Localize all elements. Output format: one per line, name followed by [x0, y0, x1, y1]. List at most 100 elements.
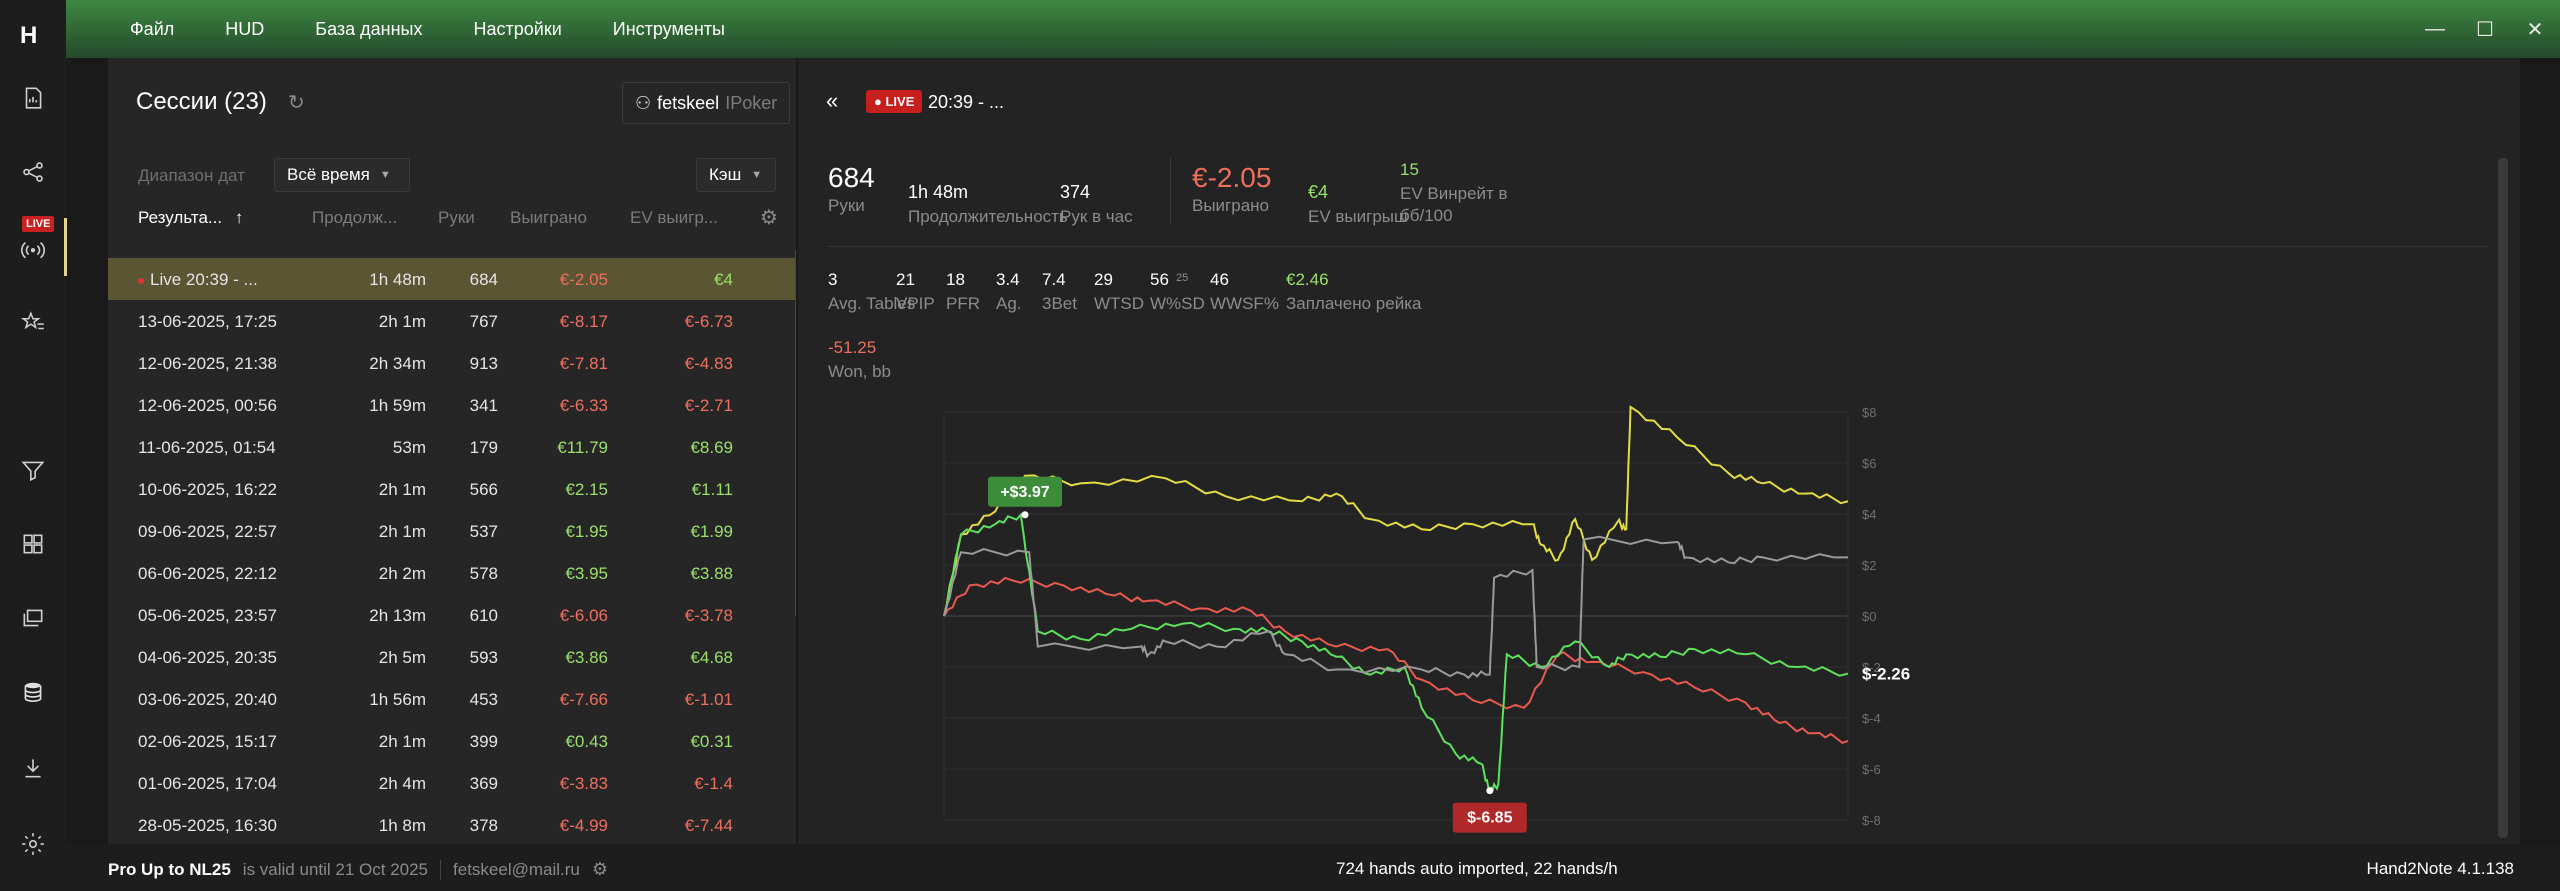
share-icon[interactable]	[0, 152, 66, 192]
game-type-dropdown[interactable]: Кэш ▼	[696, 158, 776, 192]
row-session-name: 12-06-2025, 00:56	[138, 396, 277, 415]
chevron-down-icon: ▼	[379, 169, 391, 181]
detail-scrollbar[interactable]	[2498, 158, 2508, 838]
database-icon[interactable]	[0, 672, 66, 712]
row-won: €-6.33	[559, 396, 608, 415]
row-session-name: 04-06-2025, 20:35	[138, 648, 277, 667]
table-row[interactable]: 13-06-2025, 17:25 2h 1m 767 €-8.17 €-6.73	[108, 300, 796, 342]
live-sessions-icon[interactable]	[0, 228, 66, 268]
sessions-list: Live 20:39 - ... 1h 48m 684 €-2.05 €4 13-06-2…	[108, 256, 796, 844]
menu-tools[interactable]: Инструменты	[613, 19, 725, 40]
row-duration: 1h 8m	[378, 816, 426, 835]
date-range-value: Всё время	[287, 165, 370, 184]
live-dot-icon	[138, 277, 144, 284]
session-graph: $8$6$4$2$0$-2$-4$-6$-8+$3.97$-6.85$-2.26	[943, 405, 1910, 833]
layout-icon[interactable]	[0, 524, 66, 564]
row-hands: 453	[469, 690, 498, 709]
column-won[interactable]: Выиграно	[510, 208, 587, 228]
table-row[interactable]: Live 20:39 - ... 1h 48m 684 €-2.05 €4	[108, 258, 796, 300]
table-row[interactable]: 12-06-2025, 00:56 1h 59m 341 €-6.33 €-2.71	[108, 384, 796, 426]
window-controls: — ☐ ✕	[2410, 0, 2560, 58]
end-value-label: $-2.26	[1862, 665, 1910, 684]
row-hands: 399	[469, 732, 498, 751]
row-won: €-4.99	[559, 816, 608, 835]
game-type-value: Кэш	[709, 165, 742, 184]
download-icon[interactable]	[0, 748, 66, 788]
row-duration: 2h 34m	[369, 354, 426, 373]
reports-icon[interactable]	[0, 78, 66, 118]
row-ev: €1.11	[691, 480, 733, 499]
row-duration: 2h 1m	[378, 312, 426, 331]
row-hands: 341	[469, 396, 498, 415]
table-row[interactable]: 03-06-2025, 20:40 1h 56m 453 €-7.66 €-1.01	[108, 678, 796, 720]
favorites-icon[interactable]	[0, 302, 66, 342]
menu-settings[interactable]: Настройки	[473, 19, 561, 40]
table-row[interactable]: 28-05-2025, 16:30 1h 8m 378 €-4.99 €-7.44	[108, 804, 796, 844]
columns-gear-icon[interactable]: ⚙	[760, 205, 778, 230]
table-row[interactable]: 10-06-2025, 16:22 2h 1m 566 €2.15 €1.11	[108, 468, 796, 510]
sort-arrow-icon: ↑	[234, 208, 244, 227]
row-hands: 378	[469, 816, 498, 835]
row-session-name: 03-06-2025, 20:40	[138, 690, 277, 709]
table-row[interactable]: 12-06-2025, 21:38 2h 34m 913 €-7.81 €-4.83	[108, 342, 796, 384]
account-gear-icon[interactable]: ⚙	[592, 859, 608, 880]
license-valid: is valid until 21 Oct 2025	[242, 859, 429, 879]
row-duration: 2h 4m	[378, 774, 426, 793]
series-line-0	[943, 405, 1849, 617]
table-row[interactable]: 05-06-2025, 23:57 2h 13m 610 €-6.06 €-3.78	[108, 594, 796, 636]
column-ev-won[interactable]: EV выигр...	[630, 208, 718, 228]
row-session-name: 10-06-2025, 16:22	[138, 480, 277, 499]
row-ev: €-6.73	[684, 312, 733, 331]
app-version: Hand2Note 4.1.138	[2366, 859, 2514, 878]
menu-file[interactable]: Файл	[130, 19, 174, 40]
refresh-icon[interactable]: ↻	[288, 90, 305, 115]
filter-icon[interactable]	[0, 450, 66, 490]
table-row[interactable]: 09-06-2025, 22:57 2h 1m 537 €1.95 €1.99	[108, 510, 796, 552]
table-row[interactable]: 01-06-2025, 17:04 2h 4m 369 €-3.83 €-1.4	[108, 762, 796, 804]
row-session-name: 01-06-2025, 17:04	[138, 774, 277, 793]
row-session-name: 11-06-2025, 01:54	[138, 438, 276, 457]
column-hands[interactable]: Руки	[438, 208, 475, 228]
row-duration: 1h 48m	[369, 270, 426, 289]
row-hands: 369	[469, 774, 498, 793]
row-hands: 593	[469, 648, 498, 667]
date-range-label: Диапазон дат	[138, 166, 245, 185]
settings-icon[interactable]	[0, 824, 66, 864]
row-ev: €-7.44	[684, 816, 733, 835]
sessions-title: Сессии (23)	[136, 88, 267, 115]
row-won: €3.95	[565, 564, 608, 583]
date-range-dropdown[interactable]: Всё время ▼	[274, 158, 410, 192]
row-ev: €4	[714, 270, 733, 289]
row-hands: 578	[469, 564, 498, 583]
table-row[interactable]: 11-06-2025, 01:54 53m 179 €11.79 €8.69	[108, 426, 796, 468]
maximize-button[interactable]: ☐	[2460, 0, 2510, 58]
y-tick-label: $0	[1862, 609, 1876, 624]
table-row[interactable]: 02-06-2025, 15:17 2h 1m 399 €0.43 €0.31	[108, 720, 796, 762]
annotation-point	[1486, 787, 1494, 795]
row-hands: 610	[469, 606, 498, 625]
player-selector[interactable]: ⚇ fetskeel IPoker	[622, 82, 790, 124]
column-result[interactable]: Результа... ↑	[138, 208, 243, 228]
row-hands: 179	[469, 438, 498, 457]
row-session-name: 13-06-2025, 17:25	[138, 312, 277, 331]
annotation-label: $-6.85	[1467, 810, 1512, 827]
license-info: Pro Up to NL25 is valid until 21 Oct 202…	[108, 859, 608, 880]
column-duration[interactable]: Продолж...	[312, 208, 397, 228]
account-email: fetskeel@mail.ru	[453, 859, 580, 879]
row-session-name: Live 20:39 - ...	[138, 270, 258, 290]
minimize-button[interactable]: —	[2410, 0, 2460, 58]
table-row[interactable]: 04-06-2025, 20:35 2h 5m 593 €3.86 €4.68	[108, 636, 796, 678]
row-won: €-6.06	[559, 606, 608, 625]
row-session-name: 28-05-2025, 16:30	[138, 816, 277, 835]
y-tick-label: $8	[1862, 405, 1876, 420]
row-hands: 684	[469, 270, 498, 289]
chevron-down-icon: ▼	[751, 169, 763, 181]
close-button[interactable]: ✕	[2510, 0, 2560, 58]
row-duration: 2h 2m	[378, 564, 426, 583]
y-tick-label: $4	[1862, 507, 1876, 522]
table-row[interactable]: 06-06-2025, 22:12 2h 2m 578 €3.95 €3.88	[108, 552, 796, 594]
tables-icon[interactable]	[0, 598, 66, 638]
menu-hud[interactable]: HUD	[225, 19, 264, 40]
row-won: €0.43	[565, 732, 608, 751]
menu-database[interactable]: База данных	[315, 19, 422, 40]
